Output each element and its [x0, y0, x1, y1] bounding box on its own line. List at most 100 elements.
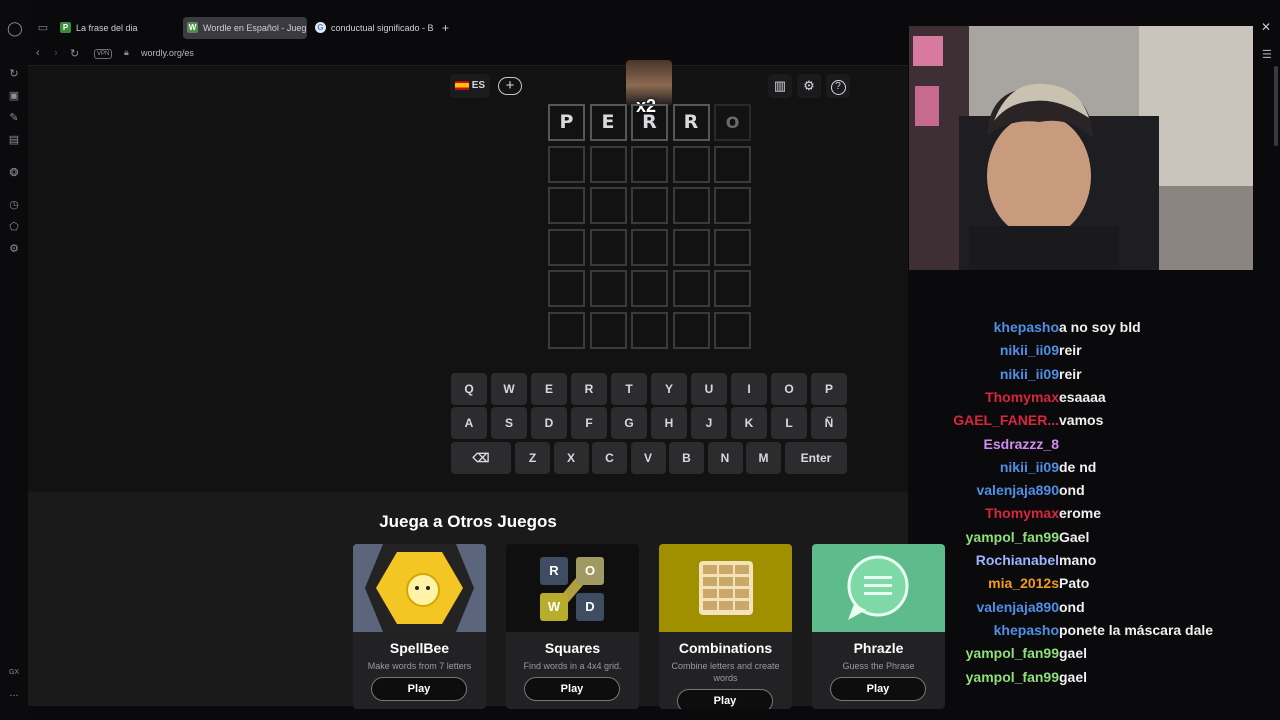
key-g[interactable]: G [611, 407, 647, 439]
chat-username[interactable]: GAEL_FANER... [953, 409, 1059, 431]
more-icon[interactable]: ... [7, 686, 21, 700]
key-b[interactable]: B [669, 442, 704, 474]
chat-username[interactable]: nikii_ii09 [1000, 456, 1059, 478]
board-tile [714, 228, 751, 266]
squares-play-button[interactable]: Play [524, 677, 620, 701]
key-y[interactable]: Y [651, 373, 687, 405]
chat-text: ond [1059, 482, 1085, 499]
pencil-icon[interactable]: ✎ [7, 111, 21, 125]
key-a[interactable]: A [451, 407, 487, 439]
back-icon[interactable]: ‹ [36, 47, 40, 59]
key-h[interactable]: H [651, 407, 687, 439]
refresh-feed-icon[interactable]: ↻ [7, 67, 21, 81]
history-icon[interactable]: ◷ [7, 198, 21, 212]
key-l[interactable]: L [771, 407, 807, 439]
key-o[interactable]: O [771, 373, 807, 405]
url-field[interactable]: wordly.org/es [141, 48, 194, 58]
tab-search-icon[interactable]: ▭ [36, 21, 50, 35]
board-tile [548, 270, 585, 307]
key-e[interactable]: E [531, 373, 567, 405]
opera-logo-icon[interactable]: ◯ [7, 21, 23, 35]
spellbee-card[interactable]: SpellBee Make words from 7 letters Play [353, 544, 486, 709]
gear-icon[interactable]: ⚙ [797, 74, 821, 98]
key-d[interactable]: D [531, 407, 567, 439]
key-m[interactable]: M [746, 442, 781, 474]
spellbee-play-button[interactable]: Play [371, 677, 467, 701]
bag-icon[interactable]: ▣ [7, 89, 21, 103]
settings-icon[interactable]: ⚙ [7, 242, 21, 256]
key-w[interactable]: W [491, 373, 527, 405]
chat-text: mano [1059, 552, 1097, 568]
chat-message: valenjaja890 ond [909, 479, 1280, 501]
messenger-icon[interactable]: ▤ [7, 133, 21, 147]
wordle-page: ES + x2 ▥ ⚙ ? PERRO QWERTYUIOPASDFGHJKLÑ… [28, 60, 945, 709]
key-r[interactable]: R [571, 373, 607, 405]
chat-text: gael [1059, 645, 1088, 662]
chat-username[interactable]: Rochianabel [976, 549, 1059, 571]
screen-root: { "browser": { "tabs": [ {"label": "La f… [0, 0, 1280, 720]
gx-control-icon[interactable]: ❂ [7, 166, 21, 180]
key-v[interactable]: V [630, 442, 666, 474]
new-tab-button[interactable]: + [438, 17, 454, 39]
squares-name: Squares [544, 640, 601, 656]
chat-username[interactable]: yampol_fan99 [966, 642, 1059, 664]
language-button[interactable]: ES [450, 74, 490, 98]
key-j[interactable]: J [691, 407, 727, 439]
tab-wordle[interactable]: W Wordle en Español - Jueg [183, 17, 307, 39]
combinations-card[interactable]: Combinations Combine letters and create … [659, 544, 792, 709]
backspace-key[interactable]: ⌫ [451, 442, 511, 474]
chat-username[interactable]: yampol_fan99 [966, 526, 1059, 548]
streamer-webcam-image [909, 26, 1253, 270]
chat-username[interactable]: valenjaja890 [976, 479, 1059, 501]
stats-icon[interactable]: ▥ [768, 74, 792, 98]
chat-username[interactable]: khepasho [994, 316, 1059, 338]
tab-frase-del-dia[interactable]: P La frase del dia [56, 17, 180, 39]
chat-text: Gael [1059, 528, 1090, 545]
board-tile [548, 228, 585, 266]
chat-username[interactable]: Thomymax [985, 386, 1059, 408]
key-i[interactable]: I [731, 373, 767, 405]
enter-key[interactable]: Enter [785, 442, 847, 474]
key-ñ[interactable]: Ñ [811, 407, 847, 439]
chat-text: esaaaa [1059, 388, 1106, 405]
key-f[interactable]: F [571, 407, 607, 439]
key-p[interactable]: P [811, 373, 847, 405]
key-c[interactable]: C [592, 442, 627, 474]
tab-conductual[interactable]: G conductual significado - B [311, 17, 435, 39]
menu-icon[interactable]: ☰ [1262, 48, 1272, 61]
combinations-desc: Combine letters and create words [671, 661, 780, 683]
key-x[interactable]: X [553, 442, 589, 474]
board-tile: O [714, 104, 751, 141]
chat-username[interactable]: nikii_ii09 [1000, 363, 1059, 385]
chat-username[interactable]: khepasho [994, 619, 1059, 641]
key-s[interactable]: S [491, 407, 527, 439]
key-k[interactable]: K [731, 407, 767, 439]
key-q[interactable]: Q [451, 373, 487, 405]
reload-icon[interactable]: ↻ [70, 47, 79, 60]
chat-username[interactable]: Thomymax [985, 502, 1059, 524]
chat-username[interactable]: yampol_fan99 [966, 666, 1059, 688]
board-tile [672, 187, 710, 224]
extensions-icon[interactable]: ⬠ [7, 220, 21, 234]
board-tile [631, 187, 668, 224]
chat-username[interactable]: Esdrazzz_8 [984, 433, 1059, 455]
scrollbar[interactable] [1274, 66, 1278, 146]
close-window-icon[interactable]: ✕ [1261, 20, 1271, 34]
help-icon[interactable]: ? [826, 74, 850, 98]
board-tile [631, 270, 668, 307]
key-n[interactable]: N [707, 442, 743, 474]
forward-icon[interactable]: › [54, 47, 58, 59]
vpn-badge[interactable]: VPN [94, 49, 113, 59]
add-icon[interactable]: + [498, 77, 522, 95]
board-tile [714, 311, 751, 349]
chat-username[interactable]: valenjaja890 [976, 596, 1059, 618]
lock-icon[interactable]: 🔒︎ [124, 47, 129, 58]
squares-art: R O W D [506, 544, 639, 632]
chat-username[interactable]: mia_2012s [988, 572, 1059, 594]
key-t[interactable]: T [611, 373, 647, 405]
squares-card[interactable]: R O W D Squares Find words in a 4x4 grid… [506, 544, 639, 709]
key-z[interactable]: Z [515, 442, 550, 474]
chat-username[interactable]: nikii_ii09 [1000, 339, 1059, 361]
combinations-play-button[interactable]: Play [677, 689, 773, 709]
key-u[interactable]: U [691, 373, 727, 405]
